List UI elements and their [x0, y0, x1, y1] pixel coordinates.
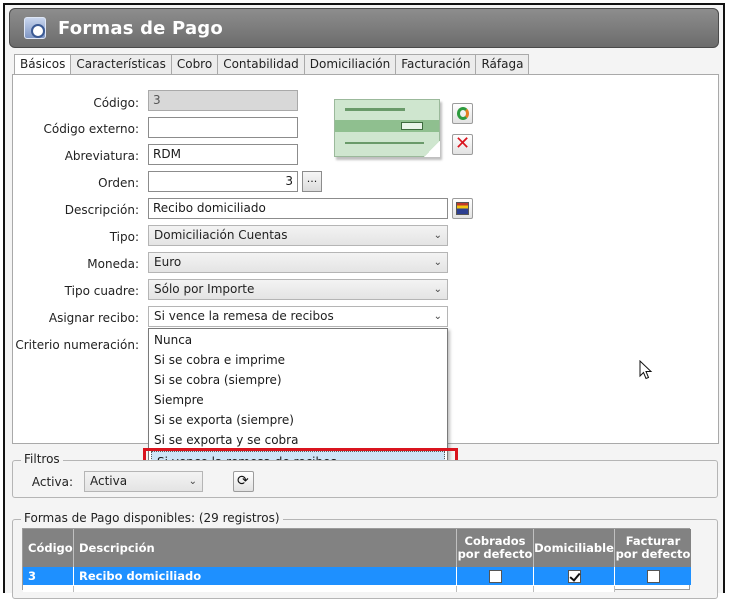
- activa-select-value: Activa: [90, 474, 128, 488]
- tab-strip: Básicos Características Cobro Contabilid…: [14, 54, 530, 76]
- abreviatura-label: Abreviatura:: [64, 149, 139, 163]
- moneda-label: Moneda:: [87, 257, 139, 271]
- cobrados-checkbox[interactable]: [488, 569, 502, 583]
- window-title: Formas de Pago: [58, 17, 223, 39]
- chevron-down-icon: ⌄: [433, 257, 442, 268]
- asignar-recibo-select-value: Si vence la remesa de recibos: [154, 309, 334, 323]
- column-header-cobrados[interactable]: Cobrados por defecto: [457, 529, 534, 567]
- tipo-select-value: Domiciliación Cuentas: [154, 228, 288, 242]
- tipo-cuadre-label: Tipo cuadre:: [64, 284, 139, 298]
- chevron-down-icon: ⌄: [433, 284, 442, 295]
- facturar-checkbox[interactable]: [646, 569, 660, 583]
- column-header-line: por defecto: [615, 547, 691, 561]
- activa-label: Activa:: [31, 475, 73, 489]
- table-row[interactable]: [23, 586, 74, 592]
- moneda-select[interactable]: Euro ⌄: [148, 252, 448, 273]
- refresh-image-icon: [457, 107, 469, 120]
- dropdown-option[interactable]: Si se exporta y se cobra: [149, 430, 447, 450]
- table-cell-facturar[interactable]: [615, 567, 691, 585]
- tab-facturacion[interactable]: Facturación: [395, 54, 476, 75]
- list-legend: Formas de Pago disponibles: (29 registro…: [21, 511, 283, 525]
- delete-image-button[interactable]: ✕: [452, 133, 473, 155]
- dropdown-option[interactable]: Si se cobra (siempre): [149, 370, 447, 390]
- tipo-cuadre-select-value: Sólo por Importe: [154, 282, 255, 296]
- change-image-button[interactable]: [452, 103, 473, 124]
- tab-caracteristicas[interactable]: Características: [70, 54, 171, 75]
- column-header-descripcion[interactable]: Descripción: [74, 529, 457, 567]
- table-row[interactable]: [534, 586, 615, 592]
- flags-icon: [456, 202, 469, 215]
- tab-basicos[interactable]: Básicos: [14, 54, 71, 76]
- abreviatura-field[interactable]: RDM: [148, 144, 298, 165]
- column-header-line: por defecto: [457, 547, 533, 561]
- tipo-cuadre-select[interactable]: Sólo por Importe ⌄: [148, 279, 448, 300]
- mouse-cursor-icon: [639, 360, 653, 380]
- column-header-domiciliable[interactable]: Domiciliable: [534, 529, 615, 567]
- refresh-icon: ⟳: [237, 473, 249, 489]
- dropdown-option[interactable]: Siempre: [149, 390, 447, 410]
- tab-cobro[interactable]: Cobro: [170, 54, 218, 75]
- formas-pago-table: Código Descripción Cobrados por defecto …: [22, 528, 691, 592]
- dropdown-option[interactable]: Si se exporta (siempre): [149, 410, 447, 430]
- table-row[interactable]: [74, 586, 457, 592]
- table-row[interactable]: [457, 586, 534, 592]
- codigo-field: 3: [148, 90, 298, 111]
- activa-select[interactable]: Activa ⌄: [84, 471, 203, 492]
- translate-flags-button[interactable]: [452, 198, 473, 219]
- table-cell-domiciliable[interactable]: [534, 567, 615, 585]
- dropdown-option[interactable]: Nunca: [149, 330, 447, 350]
- moneda-select-value: Euro: [154, 255, 182, 269]
- orden-field[interactable]: 3: [148, 171, 298, 192]
- descripcion-label: Descripción:: [64, 203, 139, 217]
- tab-rafaga[interactable]: Ráfaga: [475, 54, 530, 75]
- orden-browse-button[interactable]: ...: [302, 171, 322, 192]
- column-header-codigo[interactable]: Código: [23, 529, 74, 567]
- tipo-label: Tipo:: [109, 230, 139, 244]
- table-cell-codigo[interactable]: 3: [23, 567, 74, 585]
- chevron-down-icon: ⌄: [433, 311, 442, 322]
- chevron-down-icon: ⌄: [188, 476, 197, 487]
- table-cell-descripcion[interactable]: Recibo domiciliado: [74, 567, 457, 585]
- tipo-select[interactable]: Domiciliación Cuentas ⌄: [148, 225, 448, 246]
- close-icon: ✕: [455, 133, 471, 154]
- cheque-image: [334, 99, 440, 157]
- refresh-filter-button[interactable]: ⟳: [233, 471, 254, 492]
- dropdown-option[interactable]: Si se cobra e imprime: [149, 350, 447, 370]
- orden-label: Orden:: [98, 176, 139, 190]
- criterio-numeracion-label: Criterio numeración:: [15, 338, 139, 352]
- tab-contabilidad[interactable]: Contabilidad: [217, 54, 304, 75]
- domiciliable-checkbox[interactable]: [567, 569, 581, 583]
- tab-domiciliacion[interactable]: Domiciliación: [303, 54, 396, 75]
- window-title-bar: Formas de Pago: [9, 8, 719, 48]
- codigo-externo-label: Código externo:: [43, 122, 139, 136]
- table-cell-cobrados[interactable]: [457, 567, 534, 585]
- codigo-label: Código:: [93, 96, 139, 110]
- chevron-down-icon: ⌄: [433, 230, 442, 241]
- app-icon: [24, 17, 46, 39]
- asignar-recibo-label: Asignar recibo:: [48, 311, 139, 325]
- codigo-externo-field[interactable]: [148, 117, 298, 138]
- descripcion-field[interactable]: Recibo domiciliado: [148, 198, 448, 219]
- filtros-legend: Filtros: [21, 452, 63, 466]
- asignar-recibo-select[interactable]: Si vence la remesa de recibos ⌄: [148, 306, 448, 327]
- column-header-facturar[interactable]: Facturar por defecto: [615, 529, 691, 567]
